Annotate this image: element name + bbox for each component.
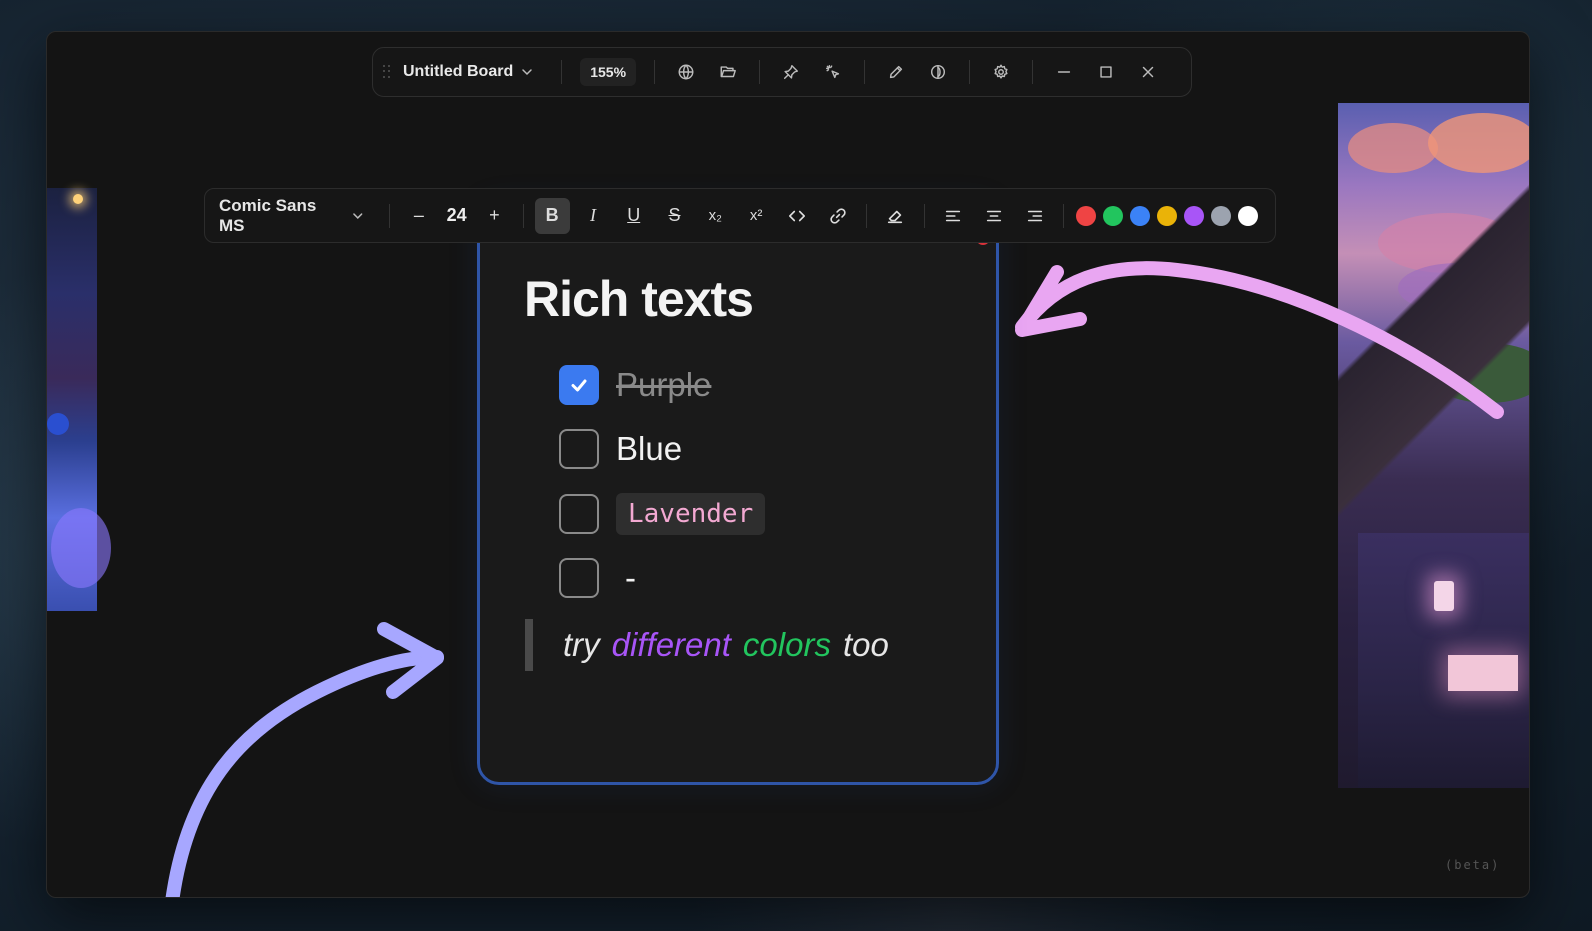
todo-checkbox[interactable] [559,494,599,534]
todo-label[interactable]: Purple [616,366,711,404]
underline-button[interactable]: U [616,198,651,234]
font-family-value: Comic Sans MS [219,195,317,235]
todo-checkbox[interactable] [559,429,599,469]
color-swatch[interactable] [1075,205,1096,226]
align-left-button[interactable] [936,198,971,234]
todo-label-code[interactable]: Lavender [616,493,766,535]
color-swatch[interactable] [1156,205,1177,226]
align-left-icon [946,210,961,221]
color-swatch[interactable] [1129,205,1150,226]
align-right-button[interactable] [1017,198,1052,234]
eraser-icon [888,210,903,223]
blockquote-bar [525,619,533,671]
quote-word-green: colors [742,626,831,663]
divider [389,203,391,228]
todo-checkbox[interactable] [559,558,599,598]
format-toolbar: Comic Sans MS – 24 + B I U S x₂ x² [204,188,1276,243]
strikethrough-button[interactable]: S [657,198,692,234]
todo-item: - [559,558,636,598]
pink-arrow-stroke[interactable] [1015,261,1504,419]
bold-button[interactable]: B [534,197,570,234]
align-right-icon [1027,210,1042,221]
todo-checkbox[interactable] [559,365,599,405]
color-swatch[interactable] [1237,205,1258,226]
divider [1063,203,1065,228]
code-icon [788,210,805,221]
quote-word-purple: different [611,626,731,663]
clear-format-button[interactable] [878,198,913,234]
quote-word: try [563,626,600,663]
chevron-down-icon [353,212,363,219]
align-center-button[interactable] [977,198,1012,234]
card-title[interactable]: Rich texts [524,270,754,328]
beta-label: (beta) [1445,858,1501,872]
todo-item: Lavender [559,493,766,535]
link-icon [829,207,846,224]
app-window: Untitled Board 155% Comic Sans MS – 24 +… [46,31,1530,898]
color-swatch[interactable] [1102,205,1123,226]
quote-word: too [842,626,889,663]
italic-button[interactable]: I [576,198,611,234]
divider [923,203,925,228]
color-swatches [1072,205,1261,226]
increase-font-size-button[interactable]: + [477,198,512,234]
font-family-dropdown[interactable]: Comic Sans MS [219,196,381,236]
code-button[interactable] [779,198,814,234]
decrease-font-size-button[interactable]: – [401,198,436,234]
subscript-button[interactable]: x₂ [698,198,733,234]
divider [522,203,524,228]
blockquote[interactable]: try different colors too [525,619,901,671]
todo-item: Purple [559,365,711,405]
todo-label[interactable]: - [625,559,636,597]
checkmark-icon [571,379,587,392]
align-center-icon [986,210,1002,221]
font-size-value[interactable]: 24 [439,205,474,226]
color-swatch[interactable] [1210,205,1231,226]
blockquote-text: try different colors too [563,626,901,664]
divider [866,203,867,228]
superscript-button[interactable]: x² [739,198,774,234]
todo-label[interactable]: Blue [616,430,682,468]
color-swatch[interactable] [1183,205,1204,226]
link-button[interactable] [820,198,855,234]
todo-item: Blue [559,429,682,469]
